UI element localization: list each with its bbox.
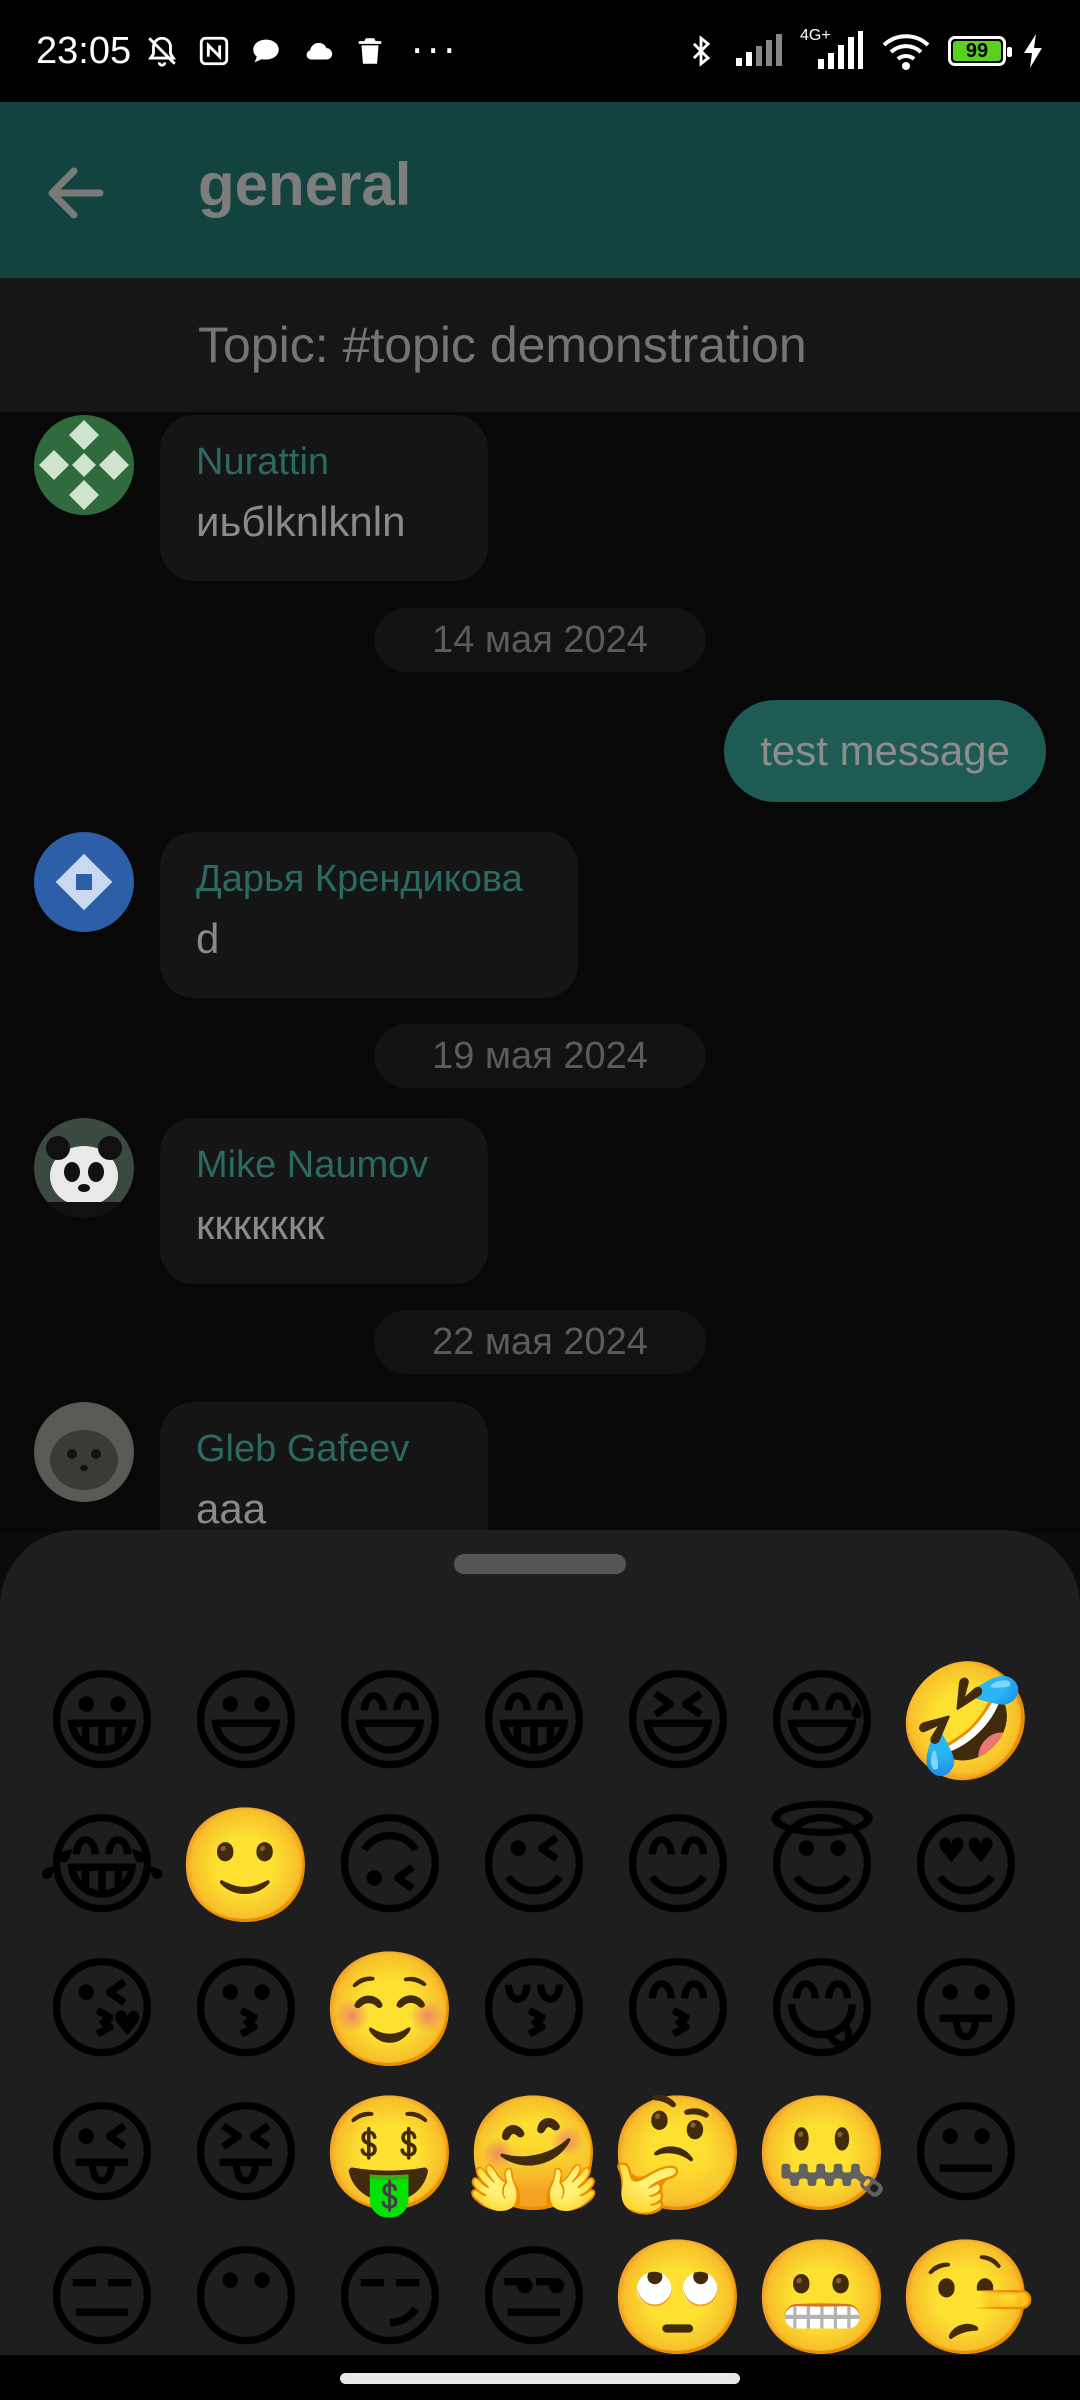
emoji-button[interactable]: 😒: [462, 2226, 606, 2370]
own-message-bubble[interactable]: test message: [724, 700, 1046, 802]
wifi-icon: [882, 34, 930, 70]
sender-name[interactable]: Nurattin: [196, 441, 452, 484]
emoji-button[interactable]: 😉: [462, 1794, 606, 1938]
emoji-button[interactable]: 🤣: [894, 1650, 1038, 1794]
date-separator: 19 мая 2024: [374, 1024, 706, 1088]
emoji-button[interactable]: 😄: [318, 1650, 462, 1794]
channel-title: general: [198, 151, 412, 218]
green-pattern-avatar[interactable]: [34, 415, 134, 515]
emoji-button[interactable]: 🤔: [606, 2082, 750, 2226]
signal-icon: [736, 34, 782, 66]
emoji-button[interactable]: 😆: [606, 1650, 750, 1794]
emoji-button[interactable]: 🙃: [318, 1794, 462, 1938]
mute-bell-icon: [148, 36, 177, 67]
message-list[interactable]: Nurattin иьбlknlknln 14 мая 2024 test me…: [0, 412, 1080, 1568]
topic-bar: Topic: #topic demonstration: [0, 278, 1080, 412]
cloud-icon: [306, 42, 333, 60]
message-text: aaa: [196, 1485, 267, 1532]
status-time: 23:05: [36, 29, 132, 72]
blue-pattern-avatar[interactable]: [34, 832, 134, 932]
emoji-button[interactable]: 😚: [462, 1938, 606, 2082]
emoji-button[interactable]: 🤐: [750, 2082, 894, 2226]
home-gesture-handle[interactable]: [340, 2373, 740, 2384]
battery-level: 99: [965, 39, 989, 62]
signal-4g-icon: 4G+: [800, 27, 864, 71]
emoji-button[interactable]: 😋: [750, 1938, 894, 2082]
battery-icon: 99: [948, 36, 1012, 66]
back-button[interactable]: [40, 157, 112, 229]
emoji-button[interactable]: 😇: [750, 1794, 894, 1938]
emoji-button[interactable]: 😑: [30, 2226, 174, 2370]
emoji-button[interactable]: 😊: [606, 1794, 750, 1938]
emoji-button[interactable]: 😀: [30, 1650, 174, 1794]
app-bar: general: [0, 102, 1080, 278]
arrow-left-icon: [48, 167, 104, 219]
status-right-icons: 4G+ 99: [684, 27, 1044, 71]
emoji-button[interactable]: 🤥: [894, 2226, 1038, 2370]
emoji-button[interactable]: 😝: [174, 2082, 318, 2226]
status-bar: 23:05 ··· 4G+ 99: [0, 0, 1080, 102]
message-text: d: [196, 915, 220, 962]
emoji-button[interactable]: 😁: [462, 1650, 606, 1794]
charging-icon: [1024, 34, 1042, 68]
date-separator: 22 мая 2024: [374, 1310, 706, 1374]
emoji-button[interactable]: 😅: [750, 1650, 894, 1794]
emoji-button[interactable]: 😜: [30, 2082, 174, 2226]
message-text: ккккккк: [196, 1201, 325, 1248]
chat-icon: [253, 39, 279, 63]
trash-icon: [358, 38, 382, 64]
sheet-drag-handle[interactable]: [454, 1554, 626, 1574]
screen: 23:05 ··· 4G+ 99 general Topic: #topic d…: [0, 0, 1080, 2400]
emoji-button[interactable]: 😂: [30, 1794, 174, 1938]
message-bubble[interactable]: Дарья Крендикова d: [160, 832, 578, 998]
navigation-bar: [0, 2355, 1080, 2400]
emoji-button[interactable]: 😙: [606, 1938, 750, 2082]
emoji-button[interactable]: 🤗: [462, 2082, 606, 2226]
emoji-button[interactable]: 🙂: [174, 1794, 318, 1938]
bluetooth-icon: [692, 35, 711, 67]
emoji-button[interactable]: 😛: [894, 1938, 1038, 2082]
hamster-avatar[interactable]: [34, 1402, 134, 1502]
more-notifications-icon: ···: [411, 29, 460, 73]
sender-name[interactable]: Дарья Крендикова: [196, 858, 542, 901]
sender-name[interactable]: Mike Naumov: [196, 1144, 452, 1187]
emoji-grid: 😀 😃 😄 😁 😆 😅 🤣 😂 🙂 🙃 😉 😊 😇 😍 😘 😗 ☺️ 😚 😙 😋 😛 😜 😝 🤑 🤗 🤔 🤐 😐 😑 😶 😏 😒 🙄 😬 🤥: [30, 1650, 1050, 2370]
emoji-button[interactable]: 😬: [750, 2226, 894, 2370]
message-bubble[interactable]: Nurattin иьбlknlknln: [160, 415, 488, 581]
status-left-icons: [145, 34, 387, 68]
message-bubble[interactable]: Mike Naumov ккккккк: [160, 1118, 488, 1284]
emoji-button[interactable]: 😏: [318, 2226, 462, 2370]
emoji-picker-sheet[interactable]: 😀 😃 😄 😁 😆 😅 🤣 😂 🙂 🙃 😉 😊 😇 😍 😘 😗 ☺️ 😚 😙 😋 😛 😜 😝 🤑 🤗 🤔 🤐 😐 😑 😶 😏 😒 🙄 😬 🤥: [0, 1530, 1080, 2355]
emoji-button[interactable]: 😃: [174, 1650, 318, 1794]
emoji-button[interactable]: 😗: [174, 1938, 318, 2082]
emoji-button[interactable]: ☺️: [318, 1938, 462, 2082]
date-separator: 14 мая 2024: [374, 608, 706, 672]
emoji-button[interactable]: 🙄: [606, 2226, 750, 2370]
sender-name[interactable]: Gleb Gafeev: [196, 1428, 452, 1471]
emoji-button[interactable]: 😶: [174, 2226, 318, 2370]
topic-text: Topic: #topic demonstration: [198, 317, 807, 373]
emoji-button[interactable]: 😐: [894, 2082, 1038, 2226]
emoji-button[interactable]: 😍: [894, 1794, 1038, 1938]
panda-avatar[interactable]: [34, 1118, 134, 1218]
nfc-icon: [199, 36, 229, 66]
emoji-button[interactable]: 😘: [30, 1938, 174, 2082]
message-text: иьбlknlknln: [196, 498, 406, 545]
emoji-button[interactable]: 🤑: [318, 2082, 462, 2226]
